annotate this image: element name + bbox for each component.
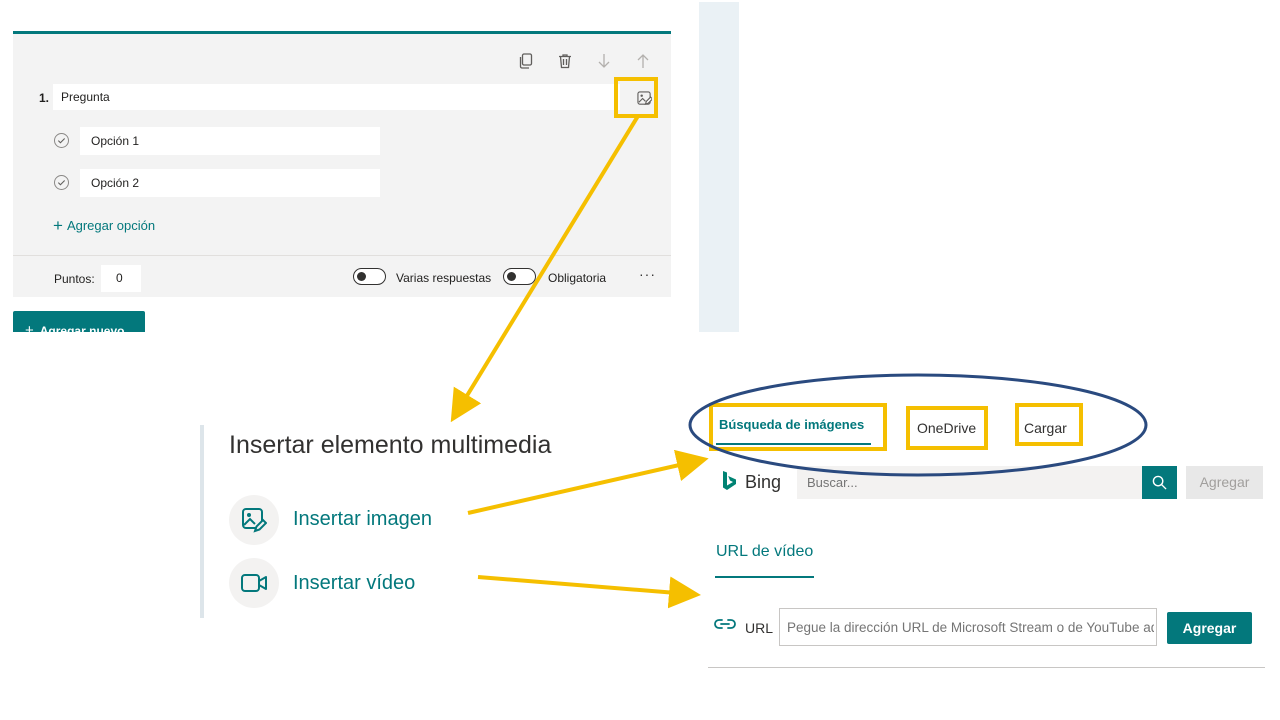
- arrow-to-video-dialog: [477, 575, 701, 609]
- search-icon: [1152, 475, 1167, 490]
- arrow-down-icon[interactable]: [595, 52, 613, 70]
- multiple-answers-toggle[interactable]: [353, 268, 386, 285]
- panel-accent-bar: [200, 425, 204, 618]
- add-video-button[interactable]: Agregar: [1167, 612, 1252, 644]
- add-option-label: Agregar opción: [66, 218, 156, 233]
- video-icon[interactable]: [229, 558, 279, 608]
- highlight-upload-tab: [1015, 403, 1083, 446]
- side-panel: [699, 2, 739, 332]
- multiple-answers-label: Varias respuestas: [396, 271, 492, 285]
- question-title-field[interactable]: Pregunta: [53, 84, 620, 110]
- tab-video-url[interactable]: URL de vídeo: [716, 543, 813, 561]
- question-number: 1.: [39, 91, 50, 105]
- option-radio-1[interactable]: [54, 133, 69, 148]
- url-label: URL: [745, 620, 774, 636]
- arrow-up-icon[interactable]: [634, 52, 652, 70]
- required-toggle[interactable]: [503, 268, 536, 285]
- more-options-icon[interactable]: ···: [639, 266, 656, 282]
- insert-media-title: Insertar elemento multimedia: [229, 431, 552, 459]
- image-icon[interactable]: [229, 495, 279, 545]
- plus-icon: +: [25, 322, 34, 332]
- dialog-divider: [708, 667, 1265, 668]
- option-field-1[interactable]: Opción 1: [80, 127, 380, 155]
- bing-logo-icon: [722, 470, 738, 498]
- points-label: Puntos:: [54, 272, 95, 286]
- copy-icon[interactable]: [517, 52, 535, 70]
- question-card: 1. Pregunta Opción 1 Opción 2 + Agregar o…: [13, 31, 671, 297]
- video-tab-indicator: [715, 576, 814, 578]
- points-input[interactable]: 0: [101, 265, 141, 292]
- insert-video-option[interactable]: Insertar vídeo: [293, 572, 415, 595]
- add-new-label: Agregar nuevo: [39, 324, 125, 332]
- required-label: Obligatoria: [548, 271, 607, 285]
- link-icon: [714, 617, 736, 631]
- option-field-2[interactable]: Opción 2: [80, 169, 380, 197]
- arrow-to-image-dialog: [467, 449, 709, 515]
- plus-icon: +: [53, 216, 63, 235]
- search-button[interactable]: [1142, 466, 1177, 499]
- insert-image-option[interactable]: Insertar imagen: [293, 508, 432, 531]
- video-url-input[interactable]: [779, 608, 1157, 646]
- bing-label: Bing: [745, 472, 782, 492]
- toggle-knob: [357, 272, 366, 281]
- highlight-image-search-tab: [709, 403, 887, 451]
- image-search-input[interactable]: [797, 466, 1142, 499]
- add-image-button[interactable]: Agregar: [1186, 466, 1263, 499]
- toggle-knob: [507, 272, 516, 281]
- option-radio-2[interactable]: [54, 175, 69, 190]
- add-option-button[interactable]: + Agregar opción: [53, 216, 155, 236]
- highlight-onedrive-tab: [906, 406, 988, 450]
- trash-icon[interactable]: [556, 52, 574, 70]
- add-new-button[interactable]: + Agregar nuevo: [13, 311, 145, 332]
- card-divider: [13, 255, 671, 256]
- highlight-media-icon: [614, 77, 658, 118]
